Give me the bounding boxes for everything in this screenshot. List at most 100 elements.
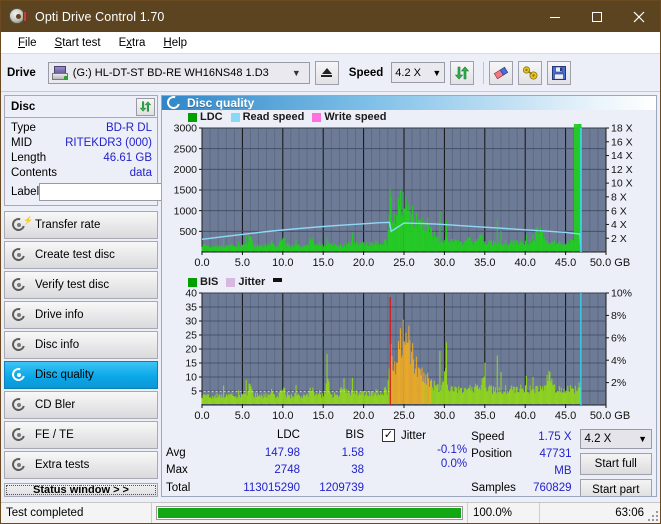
disc-row-value: 46.61 GB bbox=[103, 152, 152, 164]
eject-button[interactable] bbox=[314, 60, 339, 85]
legend-marker-icon bbox=[273, 277, 283, 282]
svg-text:1000: 1000 bbox=[174, 205, 198, 217]
minimize-button[interactable] bbox=[534, 1, 576, 32]
svg-text:20.0: 20.0 bbox=[353, 410, 374, 422]
stats-avg-ldc: 147.98 bbox=[264, 446, 300, 459]
svg-text:2%: 2% bbox=[611, 377, 626, 389]
svg-text:50.0 GB: 50.0 GB bbox=[590, 257, 630, 269]
jitter-header: ✓ Jitter bbox=[382, 429, 467, 442]
svg-text:15: 15 bbox=[185, 358, 197, 370]
wrench-icon bbox=[522, 65, 538, 79]
menu-bar: File Start test Extra Help bbox=[1, 32, 660, 54]
stats-total-bis: 1209739 bbox=[319, 481, 364, 494]
main-panel: Disc quality LDC Read speed Write speed … bbox=[161, 95, 657, 497]
svg-text:5.0: 5.0 bbox=[235, 410, 250, 422]
speed-select[interactable]: 4.2 X ▼ bbox=[391, 62, 446, 83]
stats-panel: LDC BIS Avg 147.98 1.58 Max 2748 38 Tota… bbox=[162, 425, 656, 496]
samples-row: Samples 760829 bbox=[471, 480, 575, 496]
start-full-button[interactable]: Start full bbox=[579, 453, 652, 475]
bis-chart-legend: BIS Jitter bbox=[162, 275, 656, 289]
jitter-checkbox[interactable]: ✓ bbox=[382, 429, 395, 442]
sidebar-item-fe-te[interactable]: FE / TE bbox=[4, 421, 158, 449]
svg-text:2 X: 2 X bbox=[611, 233, 627, 245]
svg-text:40.0: 40.0 bbox=[514, 257, 535, 269]
svg-text:500: 500 bbox=[179, 226, 197, 238]
maximize-button[interactable] bbox=[576, 1, 618, 32]
jitter-avg-value: -0.1% bbox=[437, 444, 468, 456]
menu-extra[interactable]: Extra bbox=[110, 35, 155, 51]
position-key: Position bbox=[471, 448, 513, 460]
refresh-button[interactable] bbox=[450, 60, 475, 85]
status-bar: Test completed 100.0% 63:06 bbox=[1, 502, 660, 523]
drive-select-value: (G:) HL-DT-ST BD-RE WH16NS48 1.D3 bbox=[72, 66, 269, 79]
stats-row-key: Avg bbox=[166, 446, 186, 459]
stats-corner bbox=[166, 429, 212, 445]
svg-text:6%: 6% bbox=[611, 332, 626, 344]
disc-verify-icon bbox=[9, 275, 28, 294]
sidebar-item-create-test-disc[interactable]: Create test disc bbox=[4, 241, 158, 269]
speed-value: 1.75 X bbox=[538, 431, 572, 443]
menu-extra-label: tra bbox=[132, 36, 146, 49]
svg-text:8%: 8% bbox=[611, 310, 626, 322]
disc-quality-icon bbox=[164, 96, 183, 112]
tools-button[interactable] bbox=[518, 60, 543, 85]
jitter-max-value: 0.0% bbox=[440, 458, 468, 470]
ldc-chart-plot[interactable]: 500 1000 1500 2000 2500 3000 2 X 4 X 6 X 8 X10 X 1… bbox=[162, 124, 654, 272]
sidebar-item-label: CD Bler bbox=[35, 399, 76, 411]
sidebar-item-extra-tests[interactable]: Extra tests bbox=[4, 451, 158, 479]
svg-text:40: 40 bbox=[185, 289, 197, 300]
charts-container: LDC Read speed Write speed 500 1000 1500 20… bbox=[162, 110, 656, 425]
menu-file[interactable]: File bbox=[9, 35, 46, 51]
sidebar-item-verify-test-disc[interactable]: Verify test disc bbox=[4, 271, 158, 299]
sidebar-item-cd-bler[interactable]: CD Bler bbox=[4, 391, 158, 419]
bis-chart-plot[interactable]: 5 10 15 20 25 30 35 40 2% 4% 6% 8% 10% 0.0 5.0 10.0 15.0… bbox=[162, 289, 654, 425]
drive-select[interactable]: (G:) HL-DT-ST BD-RE WH16NS48 1.D3 ▼ bbox=[47, 61, 310, 84]
disc-row-contents: Contents data bbox=[11, 166, 152, 181]
drive-toolbar: Drive (G:) HL-DT-ST BD-RE WH16NS48 1.D3 … bbox=[1, 54, 660, 92]
menu-start-test[interactable]: Start test bbox=[46, 35, 110, 51]
sidebar-item-label: Verify test disc bbox=[35, 279, 110, 291]
sidebar-item-drive-info[interactable]: Drive info bbox=[4, 301, 158, 329]
disc-row-key: Type bbox=[11, 122, 36, 134]
floppy-save-icon bbox=[552, 65, 567, 80]
sidebar-item-disc-quality[interactable]: Disc quality bbox=[4, 361, 158, 389]
eraser-icon bbox=[494, 66, 509, 79]
svg-text:20: 20 bbox=[185, 344, 197, 356]
disc-label-key: Label bbox=[11, 186, 40, 198]
svg-text:6 X: 6 X bbox=[611, 205, 627, 217]
disc-row-value: RITEKDR3 (000) bbox=[65, 137, 152, 149]
legend-label: Jitter bbox=[238, 276, 266, 288]
sidebar-item-disc-info[interactable]: Disc info bbox=[4, 331, 158, 359]
sidebar-item-label: Disc quality bbox=[35, 369, 94, 381]
svg-text:4%: 4% bbox=[611, 355, 626, 367]
disc-info-icon bbox=[9, 335, 28, 354]
erase-button[interactable] bbox=[489, 60, 514, 85]
app-disc-icon bbox=[9, 7, 27, 26]
sidebar-item-label: Create test disc bbox=[35, 249, 115, 261]
sidebar-item-transfer-rate[interactable]: ⚡ Transfer rate bbox=[4, 211, 158, 239]
disc-bler-icon bbox=[9, 395, 28, 414]
disc-row-length: Length 46.61 GB bbox=[11, 151, 152, 166]
svg-text:45.0: 45.0 bbox=[555, 257, 576, 269]
disc-panel-rows: Type BD-R DL MID RITEKDR3 (000) Length 4… bbox=[5, 118, 242, 205]
stats-header-bis: BIS bbox=[345, 429, 364, 441]
save-button[interactable] bbox=[547, 60, 572, 85]
svg-text:12 X: 12 X bbox=[611, 164, 633, 176]
resize-grip[interactable] bbox=[646, 509, 658, 521]
svg-text:2500: 2500 bbox=[174, 143, 198, 155]
svg-text:25.0: 25.0 bbox=[393, 257, 414, 269]
svg-text:2000: 2000 bbox=[174, 164, 198, 176]
stats-total-ldc: 113015290 bbox=[243, 481, 300, 494]
svg-text:15.0: 15.0 bbox=[312, 410, 333, 422]
ldc-chart-legend: LDC Read speed Write speed bbox=[162, 110, 656, 124]
refresh-icon bbox=[455, 66, 470, 79]
menu-help[interactable]: Help bbox=[154, 35, 196, 51]
speed-label: Speed bbox=[348, 66, 384, 79]
test-speed-select[interactable]: 4.2 X ▼ bbox=[579, 429, 652, 449]
legend-swatch bbox=[188, 112, 197, 122]
status-window-button[interactable]: Status window > > bbox=[4, 483, 158, 497]
close-button[interactable] bbox=[618, 1, 660, 32]
start-part-button[interactable]: Start part bbox=[579, 479, 652, 496]
svg-text:35.0: 35.0 bbox=[474, 257, 495, 269]
disc-refresh-button[interactable] bbox=[136, 97, 155, 116]
